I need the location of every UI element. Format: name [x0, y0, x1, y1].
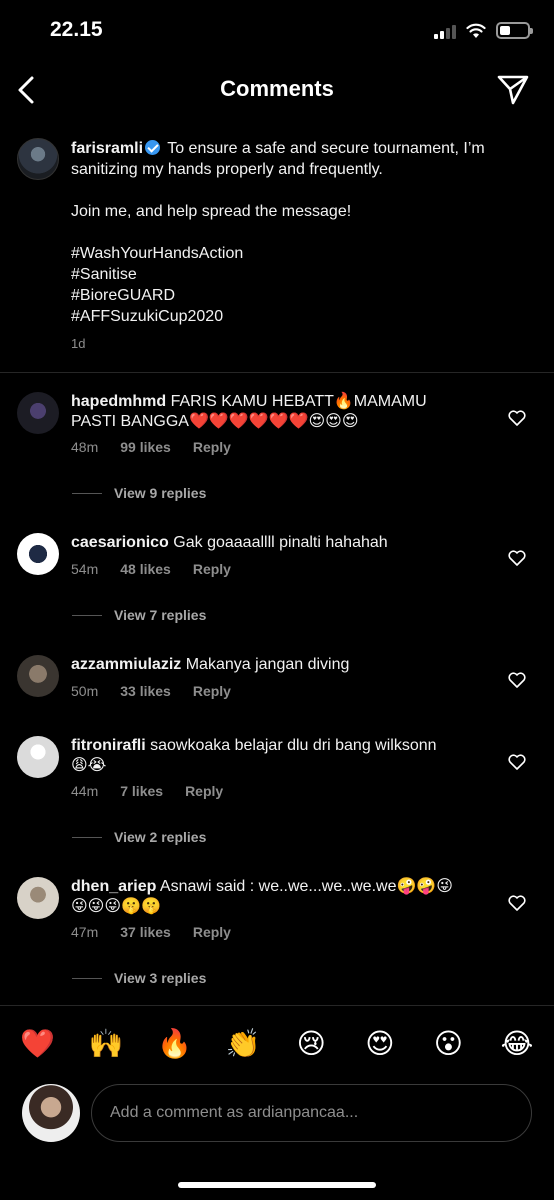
avatar[interactable]	[17, 655, 59, 697]
avatar[interactable]	[17, 533, 59, 575]
view-replies-button[interactable]: View 3 replies	[72, 970, 206, 986]
comment-composer: Add a comment as ardianpancaa...	[0, 1084, 554, 1146]
reply-button[interactable]: Reply	[193, 439, 231, 455]
avatar	[22, 1084, 80, 1142]
heart-icon[interactable]	[508, 895, 526, 911]
home-indicator[interactable]	[178, 1182, 376, 1188]
nav-bar: Comments	[0, 62, 554, 118]
likes-count[interactable]: 48 likes	[120, 561, 171, 577]
reply-button[interactable]: Reply	[193, 683, 231, 699]
caption-line: Join me, and help spread the message!	[71, 203, 352, 220]
comment-input[interactable]: Add a comment as ardianpancaa...	[91, 1084, 532, 1142]
emoji-laughing-button[interactable]: 😂	[500, 1027, 534, 1060]
emoji-fire-button[interactable]: 🔥	[157, 1027, 192, 1060]
emoji-heart-eyes-button[interactable]: 😍	[363, 1027, 397, 1060]
hashtag-link[interactable]: #BioreGUARD	[71, 285, 531, 306]
hashtag-link[interactable]: #Sanitise	[71, 264, 531, 285]
wifi-icon	[466, 23, 486, 38]
comment-timestamp: 44m	[71, 783, 99, 799]
heart-icon[interactable]	[508, 550, 526, 566]
cellular-signal-icon	[434, 23, 456, 39]
comment-meta: 48m 99 likes Reply	[71, 439, 231, 455]
view-replies-label: View 3 replies	[114, 970, 207, 986]
divider	[0, 372, 554, 373]
caption-line: To ensure a safe and secure tournament, …	[167, 140, 485, 157]
likes-count[interactable]: 33 likes	[120, 683, 171, 699]
status-bar: 22.15	[0, 0, 554, 60]
emoji-quick-bar: ❤️ 🙌 🔥 👏 😢 😍 😮 😂	[0, 1005, 554, 1081]
reply-button[interactable]: Reply	[185, 783, 223, 799]
comment-username[interactable]: caesarionico	[71, 534, 169, 551]
page-title: Comments	[220, 76, 334, 101]
comment-username[interactable]: fitronirafli	[71, 737, 146, 754]
status-icons	[434, 22, 533, 39]
comment-text: dhen_ariep Asnawi said : we..we...we..we…	[71, 877, 491, 917]
emoji-clap-button[interactable]: 👏	[226, 1027, 261, 1060]
comment-timestamp: 47m	[71, 924, 99, 940]
comment-body: 😜😜😜🤫🤫	[71, 898, 161, 915]
verified-badge-icon	[145, 140, 161, 155]
comment-timestamp: 54m	[71, 561, 99, 577]
heart-icon[interactable]	[508, 410, 526, 426]
likes-count[interactable]: 37 likes	[120, 924, 171, 940]
comment-meta: 50m 33 likes Reply	[71, 683, 231, 699]
view-replies-label: View 9 replies	[114, 485, 207, 501]
caption-line: sanitizing my hands properly and frequen…	[71, 161, 383, 178]
emoji-raised-hands-button[interactable]: 🙌	[89, 1027, 124, 1060]
view-replies-button[interactable]: View 7 replies	[72, 607, 206, 623]
comment-username[interactable]: azzammiulaziz	[71, 656, 181, 673]
direct-message-icon[interactable]	[496, 72, 530, 106]
avatar[interactable]	[17, 392, 59, 434]
likes-count[interactable]: 7 likes	[120, 783, 163, 799]
view-replies-button[interactable]: View 9 replies	[72, 485, 206, 501]
comment-meta: 44m 7 likes Reply	[71, 783, 223, 799]
comment-username[interactable]: dhen_ariep	[71, 878, 156, 895]
comment-timestamp: 48m	[71, 439, 99, 455]
comment-username[interactable]: hapedmhmd	[71, 393, 166, 410]
caption-text: farisramli To ensure a safe and secure t…	[71, 138, 531, 327]
comment-body: Makanya jangan diving	[185, 656, 350, 673]
battery-icon	[496, 22, 533, 39]
comment-body: FARIS KAMU HEBATT🔥MAMAMU	[170, 393, 427, 410]
hashtag-link[interactable]: #AFFSuzukiCup2020	[71, 306, 531, 327]
view-replies-button[interactable]: View 2 replies	[72, 829, 206, 845]
emoji-surprised-button[interactable]: 😮	[431, 1027, 465, 1060]
comment-text: hapedmhmd FARIS KAMU HEBATT🔥MAMAMU PASTI…	[71, 392, 491, 432]
comment-timestamp: 50m	[71, 683, 99, 699]
comment-meta: 54m 48 likes Reply	[71, 561, 231, 577]
avatar[interactable]	[17, 138, 59, 180]
comment-body: PASTI BANGGA❤️❤️❤️❤️❤️❤️😍😍😍	[71, 413, 359, 430]
view-replies-label: View 2 replies	[114, 829, 207, 845]
view-replies-label: View 7 replies	[114, 607, 207, 623]
comment-text: caesarionico Gak goaaaallll pinalti haha…	[71, 533, 491, 553]
emoji-heart-button[interactable]: ❤️	[20, 1027, 55, 1060]
avatar[interactable]	[17, 877, 59, 919]
caption-username[interactable]: farisramli	[71, 140, 143, 157]
reply-button[interactable]: Reply	[193, 561, 231, 577]
heart-icon[interactable]	[508, 672, 526, 688]
hashtag-link[interactable]: #WashYourHandsAction	[71, 243, 531, 264]
caption-timestamp: 1d	[71, 336, 86, 351]
avatar[interactable]	[17, 736, 59, 778]
comment-meta: 47m 37 likes Reply	[71, 924, 231, 940]
reply-button[interactable]: Reply	[193, 924, 231, 940]
comment-body: 😩😭	[71, 757, 107, 774]
comment-body: Asnawi said : we..we...we..we.we🤪🤪😜	[159, 878, 453, 895]
emoji-crying-button[interactable]: 😢	[294, 1027, 328, 1060]
likes-count[interactable]: 99 likes	[120, 439, 171, 455]
comment-text: azzammiulaziz Makanya jangan diving	[71, 655, 491, 675]
comment-input-placeholder: Add a comment as ardianpancaa...	[110, 1104, 359, 1121]
comment-body: Gak goaaaallll pinalti hahahah	[173, 534, 388, 551]
status-time: 22.15	[50, 18, 103, 41]
heart-icon[interactable]	[508, 754, 526, 770]
comment-body: saowkoaka belajar dlu dri bang wilksonn	[150, 737, 437, 754]
comment-text: fitronirafli saowkoaka belajar dlu dri b…	[71, 736, 491, 776]
